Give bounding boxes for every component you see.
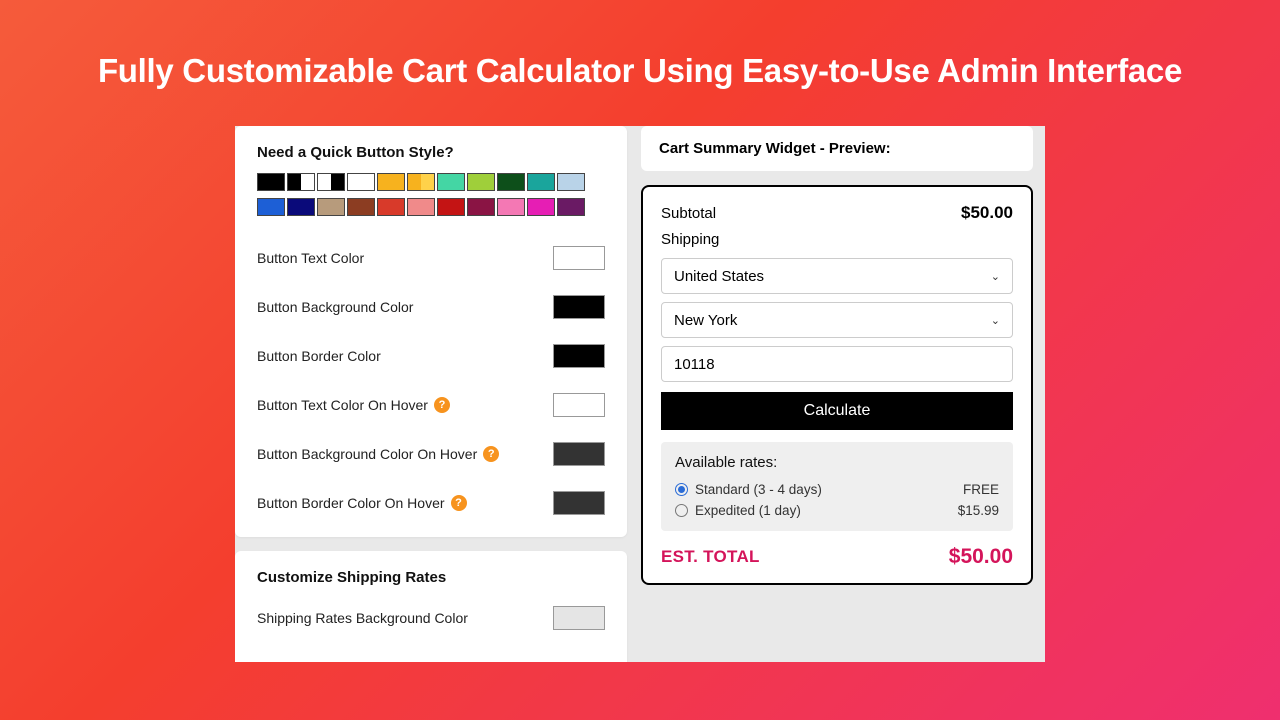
rate-name: Standard (3 - 4 days)	[695, 482, 822, 497]
color-swatch[interactable]	[317, 173, 345, 191]
color-swatch[interactable]	[467, 173, 495, 191]
rate-name: Expedited (1 day)	[695, 503, 801, 518]
help-icon[interactable]: ?	[483, 446, 499, 462]
color-swatch[interactable]	[377, 198, 405, 216]
color-field-label: Button Text Color	[257, 250, 364, 266]
color-swatch[interactable]	[437, 198, 465, 216]
shipping-rates-panel: Customize Shipping Rates Shipping Rates …	[235, 551, 627, 662]
country-select[interactable]: United States ⌄	[661, 258, 1013, 294]
est-total-label: EST. TOTAL	[661, 547, 760, 567]
color-swatch[interactable]	[467, 198, 495, 216]
workspace: Need a Quick Button Style? Button Text C…	[235, 126, 1045, 662]
color-swatch[interactable]	[347, 198, 375, 216]
shipping-label: Shipping	[661, 231, 1013, 248]
color-swatch[interactable]	[557, 173, 585, 191]
subtotal-value: $50.00	[961, 203, 1013, 223]
region-select[interactable]: New York ⌄	[661, 302, 1013, 338]
color-picker[interactable]	[553, 344, 605, 368]
help-icon[interactable]: ?	[434, 397, 450, 413]
shipping-bg-label: Shipping Rates Background Color	[257, 610, 468, 626]
rate-option[interactable]: Expedited (1 day) $15.99	[675, 500, 999, 521]
preview-card: Subtotal $50.00 Shipping United States ⌄…	[641, 185, 1033, 585]
shipping-bg-swatch[interactable]	[553, 606, 605, 630]
quick-styles-panel: Need a Quick Button Style? Button Text C…	[235, 126, 627, 537]
color-field-label: Button Background Color	[257, 299, 413, 315]
region-value: New York	[674, 312, 737, 329]
swatch-row-1	[257, 173, 605, 191]
color-swatch[interactable]	[287, 173, 315, 191]
rates-title: Available rates:	[675, 454, 999, 471]
color-swatch[interactable]	[497, 198, 525, 216]
color-swatch[interactable]	[407, 198, 435, 216]
page-title: Fully Customizable Cart Calculator Using…	[0, 0, 1280, 90]
color-swatch[interactable]	[317, 198, 345, 216]
color-picker[interactable]	[553, 491, 605, 515]
radio-icon	[675, 483, 688, 496]
country-value: United States	[674, 268, 764, 285]
color-swatch[interactable]	[257, 198, 285, 216]
postal-input[interactable]: 10118	[661, 346, 1013, 382]
help-icon[interactable]: ?	[451, 495, 467, 511]
chevron-down-icon: ⌄	[991, 270, 1000, 283]
color-swatch[interactable]	[557, 198, 585, 216]
color-swatch[interactable]	[527, 173, 555, 191]
color-swatch[interactable]	[377, 173, 405, 191]
subtotal-label: Subtotal	[661, 205, 716, 222]
rates-box: Available rates: Standard (3 - 4 days) FR…	[661, 442, 1013, 531]
swatch-row-2	[257, 198, 605, 216]
radio-icon	[675, 504, 688, 517]
color-swatch[interactable]	[257, 173, 285, 191]
postal-value: 10118	[674, 356, 715, 373]
rate-price: $15.99	[958, 503, 999, 518]
chevron-down-icon: ⌄	[991, 314, 1000, 327]
rate-price: FREE	[963, 482, 999, 497]
color-field-label: Button Text Color On Hover?	[257, 397, 450, 413]
calculate-button[interactable]: Calculate	[661, 392, 1013, 430]
rate-option[interactable]: Standard (3 - 4 days) FREE	[675, 479, 999, 500]
preview-header: Cart Summary Widget - Preview:	[641, 126, 1033, 171]
color-swatch[interactable]	[527, 198, 555, 216]
est-total-value: $50.00	[949, 545, 1013, 569]
color-picker[interactable]	[553, 442, 605, 466]
color-picker[interactable]	[553, 295, 605, 319]
shipping-rates-heading: Customize Shipping Rates	[257, 569, 605, 586]
color-swatch[interactable]	[437, 173, 465, 191]
color-field-label: Button Border Color On Hover?	[257, 495, 467, 511]
color-swatch[interactable]	[497, 173, 525, 191]
quick-styles-heading: Need a Quick Button Style?	[257, 144, 605, 161]
color-picker[interactable]	[553, 393, 605, 417]
color-field-label: Button Border Color	[257, 348, 381, 364]
color-swatch[interactable]	[407, 173, 435, 191]
color-field-label: Button Background Color On Hover?	[257, 446, 499, 462]
color-swatch[interactable]	[347, 173, 375, 191]
color-swatch[interactable]	[287, 198, 315, 216]
color-picker[interactable]	[553, 246, 605, 270]
